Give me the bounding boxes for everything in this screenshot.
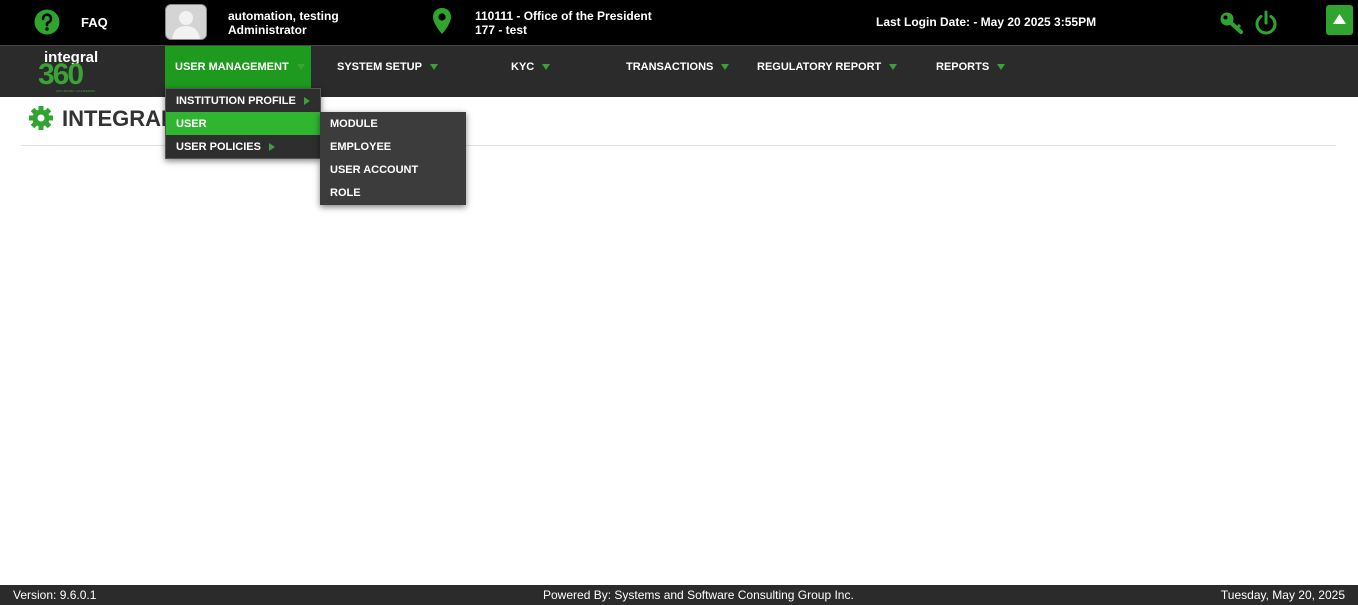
submenu-item-label: USER ACCOUNT: [330, 163, 419, 176]
nav-label: USER MANAGEMENT: [175, 61, 289, 73]
power-icon[interactable]: [1254, 10, 1278, 36]
submenu-item-employee[interactable]: EMPLOYEE: [320, 135, 466, 158]
user-management-dropdown: INSTITUTION PROFILE USER USER POLICIES: [165, 88, 321, 159]
nav-regulatory-report[interactable]: REGULATORY REPORT: [747, 46, 907, 88]
gear-icon: [29, 106, 53, 130]
version-text: Version: 9.6.0.1: [13, 588, 97, 602]
user-submenu: MODULE EMPLOYEE USER ACCOUNT ROLE: [320, 112, 466, 205]
faq-link[interactable]: FAQ: [81, 15, 108, 30]
nav-label: REPORTS: [936, 61, 990, 73]
chevron-right-icon: [268, 142, 275, 151]
nav-transactions[interactable]: TRANSACTIONS: [616, 46, 742, 88]
nav-label: KYC: [511, 61, 535, 73]
nav-label: SYSTEM SETUP: [337, 61, 422, 73]
menu-item-label: USER: [176, 117, 207, 130]
chevron-down-icon: [721, 64, 730, 70]
scroll-top-button[interactable]: [1326, 5, 1353, 35]
chevron-down-icon: [296, 64, 305, 70]
current-date: Tuesday, May 20, 2025: [1220, 588, 1345, 602]
key-icon[interactable]: [1219, 11, 1245, 35]
user-role: Administrator: [228, 23, 307, 37]
powered-by-text: Powered By: Systems and Software Consult…: [543, 588, 854, 602]
arrow-up-icon: [1333, 14, 1346, 24]
nav-label: TRANSACTIONS: [626, 61, 714, 73]
submenu-item-module[interactable]: MODULE: [320, 112, 466, 135]
integral-360-logo[interactable]: integral 360 ANTI-MONEY LAUNDERING: [38, 49, 104, 96]
submenu-item-label: MODULE: [330, 117, 378, 130]
avatar-silhouette-icon: [166, 5, 206, 39]
office-location: 110111 - Office of the President: [475, 9, 652, 23]
submenu-item-label: EMPLOYEE: [330, 140, 392, 153]
nav-reports[interactable]: REPORTS: [926, 46, 1026, 88]
footer: Version: 9.6.0.1 Powered By: Systems and…: [0, 585, 1358, 605]
nav-kyc[interactable]: KYC: [501, 46, 571, 88]
location-pin-icon: [433, 8, 451, 34]
avatar[interactable]: [165, 4, 207, 40]
nav-user-management[interactable]: USER MANAGEMENT: [165, 46, 311, 88]
last-login-date: Last Login Date: - May 20 2025 3:55PM: [876, 15, 1097, 29]
logo-tagline: ANTI-MONEY LAUNDERING: [56, 89, 96, 93]
menu-item-institution-profile[interactable]: INSTITUTION PROFILE: [166, 89, 320, 112]
menu-item-label: INSTITUTION PROFILE: [176, 94, 296, 107]
menu-item-user-policies[interactable]: USER POLICIES: [166, 135, 320, 158]
chevron-down-icon: [889, 64, 898, 70]
chevron-down-icon: [997, 64, 1006, 70]
help-icon[interactable]: [34, 9, 60, 35]
logo-number: 360: [38, 58, 84, 91]
menu-item-user[interactable]: USER: [166, 112, 320, 135]
chevron-right-icon: [303, 96, 310, 105]
nav-system-setup[interactable]: SYSTEM SETUP: [327, 46, 457, 88]
page-title: INTEGRAL: [62, 106, 175, 131]
nav-label: REGULATORY REPORT: [757, 61, 882, 73]
branch-location: 177 - test: [475, 23, 528, 37]
submenu-item-label: ROLE: [330, 186, 361, 199]
user-name: automation, testing: [228, 9, 339, 23]
submenu-item-user-account[interactable]: USER ACCOUNT: [320, 158, 466, 181]
chevron-down-icon: [429, 64, 438, 70]
submenu-item-role[interactable]: ROLE: [320, 181, 466, 204]
menu-item-label: USER POLICIES: [176, 140, 261, 153]
top-bar: FAQ automation, testing Administrator 11…: [0, 0, 1358, 45]
chevron-down-icon: [542, 64, 551, 70]
